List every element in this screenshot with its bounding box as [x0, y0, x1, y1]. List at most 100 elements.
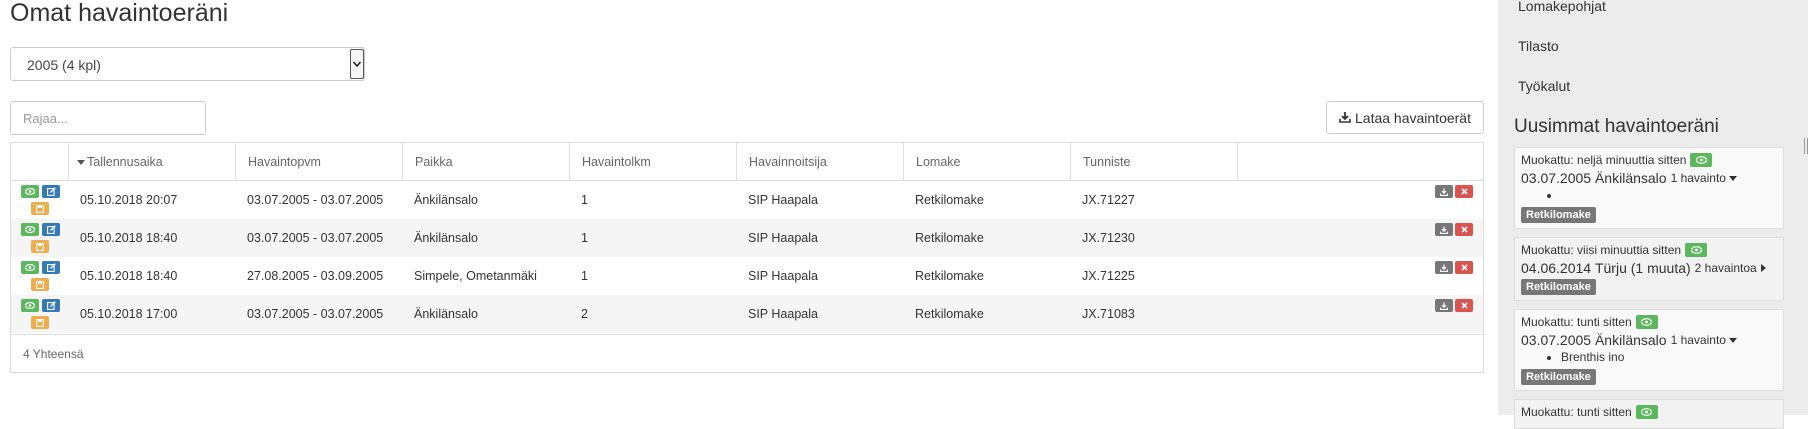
eye-icon[interactable]	[21, 185, 39, 198]
download-icon[interactable]	[1435, 261, 1453, 274]
download-batches-label: Lataa havaintoerät	[1355, 109, 1471, 126]
column-header-form[interactable]: Lomake	[903, 143, 1070, 181]
card-modified: Muokattu: neljä minuuttia sitten	[1521, 153, 1777, 167]
card-count: 2 havaintoa	[1694, 261, 1757, 275]
card-summary[interactable]: 04.06.2014 Türju (1 muuta) 2 havaintoa	[1521, 260, 1777, 276]
card-date: 03.07.2005	[1521, 170, 1592, 186]
close-icon[interactable]	[1455, 223, 1473, 236]
column-header-count[interactable]: Havaintolkm	[569, 143, 736, 181]
table-row[interactable]: 05.10.2018 20:07 03.07.2005 - 03.07.2005…	[11, 181, 1483, 219]
eye-icon[interactable]	[21, 299, 39, 312]
cell-count: 1	[581, 193, 588, 207]
cell-saved: 05.10.2018 18:40	[80, 269, 178, 283]
download-icon[interactable]	[1435, 185, 1453, 198]
download-icon[interactable]	[1435, 299, 1453, 312]
card-summary[interactable]: 03.07.2005 Änkilänsalo 1 havainto	[1521, 170, 1777, 186]
close-icon[interactable]	[1455, 261, 1473, 274]
table-row[interactable]: 05.10.2018 18:40 27.08.2005 - 03.09.2005…	[11, 257, 1483, 295]
list-item	[1561, 188, 1777, 202]
table-row[interactable]: 05.10.2018 17:00 03.07.2005 - 03.07.2005…	[11, 295, 1483, 333]
caret-down-icon[interactable]	[1728, 337, 1737, 343]
eye-icon[interactable]	[1685, 243, 1708, 257]
card-observation-list: Brenthis ino	[1521, 350, 1777, 364]
cell-saved: 05.10.2018 18:40	[80, 231, 178, 245]
recent-batch-card[interactable]: Muokattu: tunti sitten 03.07.2005 Änkilä…	[1514, 309, 1784, 391]
caret-down-icon[interactable]	[1728, 175, 1737, 181]
close-icon[interactable]	[1455, 299, 1473, 312]
cell-date: 03.07.2005 - 03.07.2005	[247, 231, 384, 245]
column-header-saved[interactable]: Tallennusaika	[68, 143, 235, 181]
observation-batches-grid: Tallennusaika Havaintopvm Paikka Havaint…	[10, 142, 1484, 373]
eye-icon[interactable]	[21, 223, 39, 236]
column-header-date[interactable]: Havaintopvm	[235, 143, 402, 181]
card-summary[interactable]: 03.07.2005 Änkilänsalo 1 havainto	[1521, 332, 1777, 348]
card-modified: Muokattu: tunti sitten	[1521, 315, 1777, 329]
save-icon[interactable]	[31, 202, 49, 215]
resize-handle[interactable]	[1804, 138, 1808, 154]
download-icon[interactable]	[1435, 223, 1453, 236]
recent-batch-card[interactable]: Muokattu: viisi minuuttia sitten 04.06.2…	[1514, 237, 1784, 301]
card-date: 04.06.2014	[1521, 260, 1592, 276]
cell-place: Änkilänsalo	[414, 231, 478, 245]
cell-form: Retkilomake	[915, 231, 984, 245]
eye-icon[interactable]	[1690, 153, 1713, 167]
year-select[interactable]: 2005 (4 kpl)	[10, 47, 365, 81]
cell-id: JX.71083	[1082, 307, 1135, 321]
main-content: Omat havaintoeräni 2005 (4 kpl) Lataa ha…	[0, 0, 1500, 415]
cell-observer: SIP Haapala	[748, 269, 818, 283]
cell-id: JX.71230	[1082, 231, 1135, 245]
card-place: Änkilänsalo	[1594, 332, 1667, 348]
recent-batch-card[interactable]: Muokattu: neljä minuuttia sitten 03.07.2…	[1514, 147, 1784, 229]
cell-id: JX.71225	[1082, 269, 1135, 283]
eye-icon[interactable]	[1635, 405, 1658, 419]
sidebar: Lomakepohjat Tilasto Työkalut Uusimmat h…	[1498, 0, 1808, 429]
save-icon[interactable]	[31, 316, 49, 329]
cell-form: Retkilomake	[915, 193, 984, 207]
cell-id: JX.71227	[1082, 193, 1135, 207]
cell-count: 2	[581, 307, 588, 321]
year-select-value: 2005 (4 kpl)	[27, 57, 101, 73]
page-title: Omat havaintoeräni	[10, 0, 229, 27]
column-header-id[interactable]: Tunniste	[1070, 143, 1237, 181]
edit-icon[interactable]	[42, 299, 60, 312]
column-header-place[interactable]: Paikka	[402, 143, 569, 181]
column-header-tools	[1237, 143, 1485, 181]
card-modified: Muokattu: tunti sitten	[1521, 405, 1777, 419]
cell-date: 03.07.2005 - 03.07.2005	[247, 307, 384, 321]
sidebar-item-tyokalut[interactable]: Työkalut	[1518, 78, 1570, 94]
card-modified-text: Muokattu: tunti sitten	[1521, 315, 1632, 329]
download-icon	[1339, 110, 1351, 126]
download-batches-button[interactable]: Lataa havaintoerät	[1326, 101, 1484, 134]
recent-batch-card[interactable]: Muokattu: tunti sitten	[1514, 399, 1784, 429]
save-icon[interactable]	[31, 278, 49, 291]
card-count: 1 havainto	[1670, 333, 1726, 347]
save-icon[interactable]	[31, 240, 49, 253]
cell-form: Retkilomake	[915, 307, 984, 321]
cell-observer: SIP Haapala	[748, 307, 818, 321]
caret-right-icon[interactable]	[1760, 264, 1766, 272]
sidebar-title: Uusimmat havaintoeräni	[1514, 116, 1719, 137]
sort-desc-icon	[77, 159, 85, 165]
cell-count: 1	[581, 269, 588, 283]
sidebar-item-lomakepohjat[interactable]: Lomakepohjat	[1518, 0, 1606, 14]
column-header-observer[interactable]: Havainnoitsija	[736, 143, 903, 181]
close-icon[interactable]	[1455, 185, 1473, 198]
edit-icon[interactable]	[42, 223, 60, 236]
table-row[interactable]: 05.10.2018 18:40 03.07.2005 - 03.07.2005…	[11, 219, 1483, 257]
form-badge: Retkilomake	[1521, 369, 1596, 385]
edit-icon[interactable]	[42, 185, 60, 198]
card-modified: Muokattu: viisi minuuttia sitten	[1521, 243, 1777, 257]
card-modified-text: Muokattu: tunti sitten	[1521, 405, 1632, 419]
form-badge: Retkilomake	[1521, 207, 1596, 223]
eye-icon[interactable]	[21, 261, 39, 274]
card-observation-list	[1521, 188, 1777, 202]
chevron-down-icon[interactable]	[350, 49, 364, 79]
edit-icon[interactable]	[42, 261, 60, 274]
eye-icon[interactable]	[1635, 315, 1658, 329]
card-modified-text: Muokattu: neljä minuuttia sitten	[1521, 153, 1687, 167]
cell-place: Änkilänsalo	[414, 307, 478, 321]
sidebar-item-tilasto[interactable]: Tilasto	[1518, 38, 1559, 54]
cell-place: Simpele, Ometanmäki	[414, 269, 537, 283]
filter-input[interactable]	[10, 101, 206, 135]
card-place: Änkilänsalo	[1594, 170, 1667, 186]
